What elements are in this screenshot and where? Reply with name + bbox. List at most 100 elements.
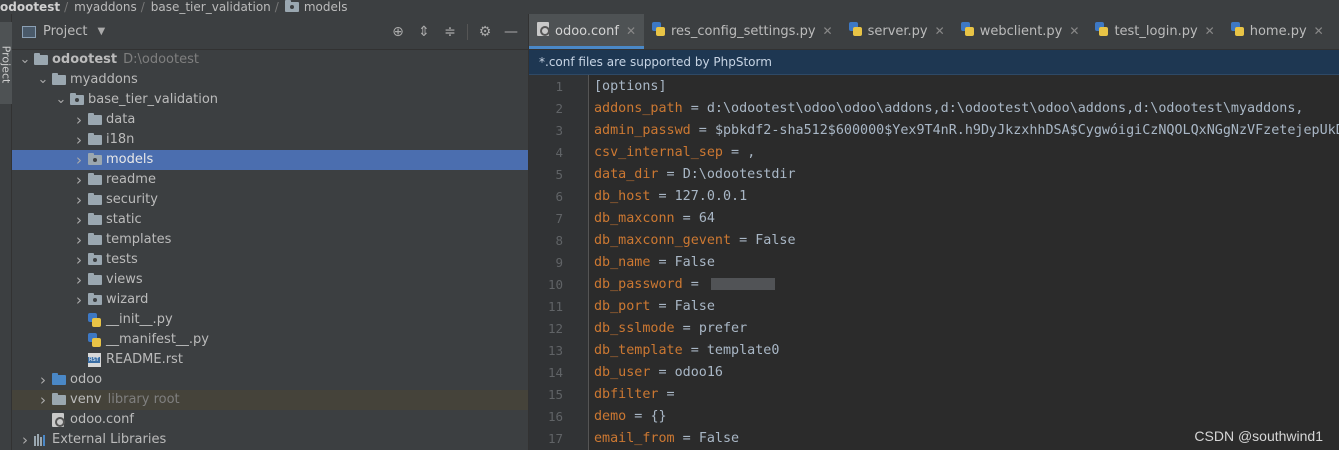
config-value: False	[698, 430, 740, 446]
tree-item[interactable]: › venv library root	[12, 390, 528, 410]
code-text: [options]	[594, 79, 667, 94]
editor-tab[interactable]: odoo.conf ✕	[529, 14, 644, 49]
breadcrumb-item-base-tier-validation[interactable]: base_tier_validation	[151, 0, 271, 14]
config-value: template0	[706, 342, 780, 358]
editor-tab[interactable]: server.py ✕	[841, 14, 953, 49]
tree-item[interactable]: ⌄ odootest D:\odootest	[12, 50, 528, 70]
config-key: admin_passwd	[594, 122, 691, 138]
tree-item[interactable]: › odoo	[12, 370, 528, 390]
editor-tab[interactable]: res_config_settings.py ✕	[644, 14, 841, 49]
editor-tabs: odoo.conf ✕ res_config_settings.py ✕ server.…	[529, 14, 1339, 50]
tree-item[interactable]: ·odoo.conf	[12, 410, 528, 430]
code-text: admin_passwd = $pbkdf2-sha512$600000$Yex…	[594, 123, 1339, 138]
close-icon[interactable]: ✕	[1205, 24, 1215, 38]
chevron-right-icon[interactable]: ›	[70, 190, 88, 210]
chevron-down-icon[interactable]: ⌄	[52, 93, 70, 107]
project-panel-title[interactable]: Project	[43, 24, 87, 39]
chevron-down-icon[interactable]: ⌄	[16, 53, 34, 67]
locate-file-icon[interactable]: ⊕	[385, 24, 411, 40]
tree-item[interactable]: › data	[12, 110, 528, 130]
tree-item[interactable]: › External Libraries	[12, 430, 528, 450]
tree-item-icon	[88, 273, 106, 285]
code-line: 7 db_maxconn = 64	[529, 207, 1339, 229]
tree-item[interactable]: › templates	[12, 230, 528, 250]
breadcrumb-item-models[interactable]: models	[304, 0, 348, 14]
tree-item-icon	[88, 233, 106, 245]
tree-item[interactable]: ·README.rst	[12, 350, 528, 370]
chevron-right-icon[interactable]: ›	[70, 130, 88, 150]
editor-tab[interactable]: http.py	[1332, 14, 1339, 49]
editor-tab[interactable]: test_login.py ✕	[1087, 14, 1222, 49]
tree-item-label: External Libraries	[52, 432, 167, 447]
config-separator: =	[650, 188, 675, 204]
tab-icon	[848, 22, 862, 40]
chevron-right-icon[interactable]: ›	[34, 390, 52, 410]
chevron-right-icon[interactable]: ›	[70, 170, 88, 190]
chevron-down-icon[interactable]: ▼	[97, 26, 105, 37]
config-value: {}	[650, 408, 667, 424]
close-icon[interactable]: ✕	[1314, 24, 1324, 38]
tree-item[interactable]: › models	[12, 150, 528, 170]
tree-item[interactable]: ⌄ myaddons	[12, 70, 528, 90]
breadcrumb: odootest / myaddons / base_tier_validati…	[0, 0, 1339, 14]
chevron-right-icon[interactable]: ›	[70, 270, 88, 290]
tree-item[interactable]: ⌄ base_tier_validation	[12, 90, 528, 110]
line-number: 4	[555, 144, 563, 160]
close-icon[interactable]: ✕	[935, 24, 945, 38]
breadcrumb-item-odootest[interactable]: odootest	[0, 0, 60, 14]
chevron-right-icon[interactable]: ›	[70, 210, 88, 230]
tree-item-label: __init__.py	[106, 312, 173, 327]
tree-item[interactable]: › static	[12, 210, 528, 230]
chevron-right-icon[interactable]: ›	[70, 110, 88, 130]
code-text: db_user = odoo16	[594, 365, 723, 380]
config-value: 127.0.0.1	[674, 188, 748, 204]
chevron-right-icon[interactable]: ›	[16, 430, 34, 450]
tree-item[interactable]: › security	[12, 190, 528, 210]
hide-panel-icon[interactable]: —	[498, 24, 524, 40]
tree-item[interactable]: › tests	[12, 250, 528, 270]
tree-item[interactable]: › i18n	[12, 130, 528, 150]
project-panel: Project ▼ ⊕ ⇕ ≑ ⚙ — ⌄ odootest D:\odootest…	[12, 14, 528, 450]
breadcrumb-item-myaddons[interactable]: myaddons	[74, 0, 137, 14]
tree-item-label: data	[106, 112, 136, 127]
chevron-right-icon[interactable]: ›	[70, 230, 88, 250]
conf-file-icon	[537, 22, 550, 36]
editor-tab[interactable]: home.py ✕	[1223, 14, 1332, 49]
tab-icon	[537, 22, 550, 40]
chevron-right-icon[interactable]: ›	[34, 370, 52, 390]
code-text: db_port = False	[594, 299, 715, 314]
tree-item[interactable]: › wizard	[12, 290, 528, 310]
tree-item[interactable]: › views	[12, 270, 528, 290]
chevron-right-icon[interactable]: ›	[70, 250, 88, 270]
config-separator: =	[682, 342, 707, 358]
tree-item[interactable]: › readme	[12, 170, 528, 190]
code-line: 14 db_user = odoo16	[529, 361, 1339, 383]
close-icon[interactable]: ✕	[626, 24, 636, 38]
chevron-right-icon[interactable]: ›	[70, 290, 88, 310]
project-tool-window-button[interactable]: Project	[0, 22, 13, 104]
close-icon[interactable]: ✕	[1069, 24, 1079, 38]
config-key: db_user	[594, 364, 651, 380]
tab-label: server.py	[867, 23, 928, 39]
code-area[interactable]: 1 [options] 2 addons_path = d:\odootest\odo…	[529, 75, 1339, 450]
masked-value	[710, 277, 775, 290]
config-key: email_from	[594, 430, 675, 446]
config-value: prefer	[698, 320, 748, 336]
tree-item[interactable]: ·__manifest__.py	[12, 330, 528, 350]
config-separator: =	[650, 254, 675, 270]
tab-label: test_login.py	[1114, 23, 1198, 39]
expand-all-icon[interactable]: ⇕	[411, 24, 437, 40]
tree-item-icon	[52, 373, 70, 385]
collapse-all-icon[interactable]: ≑	[437, 24, 463, 40]
chevron-right-icon[interactable]: ›	[70, 150, 88, 170]
config-separator: =	[674, 430, 699, 446]
chevron-down-icon[interactable]: ⌄	[34, 73, 52, 87]
tree-item[interactable]: ·__init__.py	[12, 310, 528, 330]
code-line: 8 db_maxconn_gevent = False	[529, 229, 1339, 251]
tree-item-label: i18n	[106, 132, 135, 147]
code-text: addons_path = d:\odootest\odoo\odoo\addo…	[594, 101, 1303, 116]
editor-tab[interactable]: webclient.py ✕	[953, 14, 1088, 49]
config-key: demo	[594, 408, 627, 424]
close-icon[interactable]: ✕	[823, 24, 833, 38]
gear-icon[interactable]: ⚙	[472, 24, 498, 40]
